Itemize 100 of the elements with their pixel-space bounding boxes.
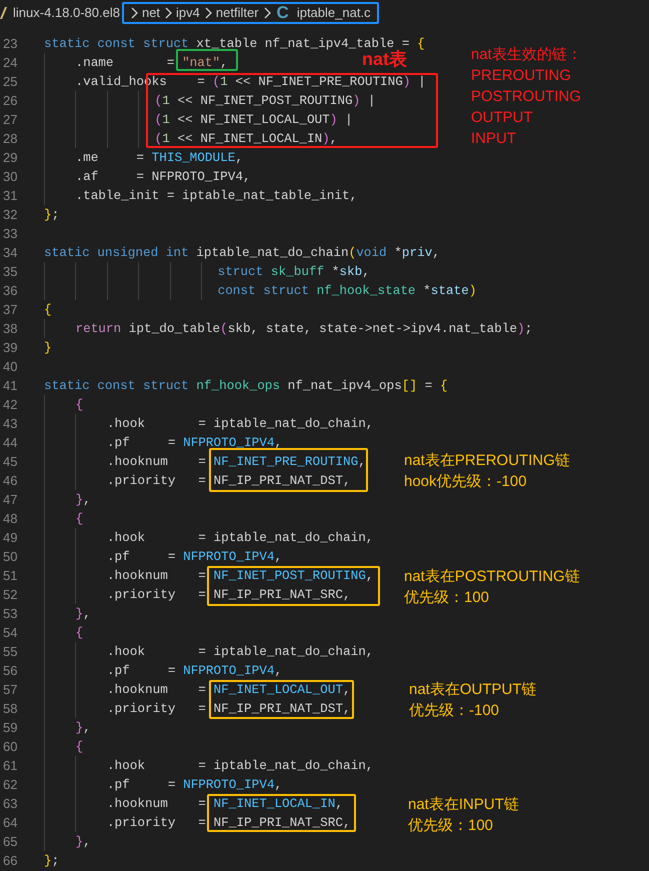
line-number: 50 bbox=[2, 548, 18, 566]
code-line: return ipt_do_table(skb, state, state->net->ipv4.nat_table); bbox=[75, 320, 532, 338]
code-line: } bbox=[44, 338, 52, 357]
annotation-text: nat表 bbox=[362, 49, 407, 70]
annotation-text: 优先级：-100 bbox=[409, 701, 500, 721]
code-line: (1 << NF_INET_LOCAL_IN), bbox=[154, 130, 338, 148]
chevron-icon bbox=[262, 6, 271, 18]
annotation-text: hook优先级：-100 bbox=[404, 472, 528, 492]
line-number: 44 bbox=[2, 434, 18, 452]
code-line: }, bbox=[75, 718, 91, 737]
code-line: .priority = NF_IP_PRI_NAT_DST, bbox=[106, 472, 351, 490]
code-line: { bbox=[75, 738, 84, 756]
line-number: 49 bbox=[2, 528, 18, 547]
annotation-text: nat表在PREROUTING链 bbox=[404, 451, 570, 471]
annotation-text: nat表在INPUT链 bbox=[408, 795, 519, 815]
annotation-text: 优先级：100 bbox=[408, 816, 494, 836]
line-number: 46 bbox=[2, 472, 18, 490]
line-number: 37 bbox=[2, 300, 18, 319]
annotation-text: nat表在POSTROUTING链 bbox=[404, 567, 580, 587]
line-number: 39 bbox=[2, 338, 18, 357]
annotation-text: OUTPUT bbox=[471, 108, 534, 128]
code-line: .priority = NF_IP_PRI_NAT_DST, bbox=[106, 700, 351, 718]
chevron-icon bbox=[164, 6, 172, 18]
code-line: .me = THIS_MODULE, bbox=[75, 148, 243, 167]
annotation-text: 优先级：100 bbox=[404, 588, 490, 608]
line-number: 23 bbox=[2, 34, 18, 53]
line-number: 41 bbox=[2, 376, 18, 395]
line-number: 43 bbox=[2, 414, 18, 433]
line-number: 65 bbox=[2, 832, 18, 851]
line-number: 64 bbox=[2, 814, 18, 832]
annotation-text: INPUT bbox=[471, 129, 517, 149]
code-line: }, bbox=[75, 490, 91, 509]
breadcrumb-item[interactable]: net bbox=[142, 2, 160, 22]
line-number: 56 bbox=[2, 662, 18, 680]
line-number: 61 bbox=[2, 756, 18, 775]
code-line: .priority = NF_IP_PRI_NAT_SRC, bbox=[106, 586, 351, 604]
line-number: 48 bbox=[2, 510, 18, 528]
breadcrumb-item[interactable]: linux-4.18.0-80.el8 bbox=[13, 2, 120, 22]
code-line: .hooknum = NF_INET_POST_ROUTING, bbox=[106, 566, 374, 585]
breadcrumb-item[interactable]: iptable_nat.c bbox=[296, 2, 371, 22]
annotation-text: PREROUTING bbox=[471, 66, 572, 86]
chevron-icon bbox=[130, 6, 138, 18]
line-number: 36 bbox=[2, 282, 18, 300]
code-line: { bbox=[44, 300, 52, 319]
line-number: 25 bbox=[2, 72, 18, 91]
line-number: 63 bbox=[2, 794, 18, 813]
line-number: 52 bbox=[2, 586, 18, 604]
line-number: 57 bbox=[2, 680, 18, 699]
code-line: { bbox=[75, 624, 84, 642]
line-number: 60 bbox=[2, 738, 18, 756]
code-line: }; bbox=[44, 206, 60, 224]
annotation-text: nat表生效的链： bbox=[471, 45, 582, 65]
code-line: .af = NFPROTO_IPV4, bbox=[75, 168, 251, 186]
line-number: 30 bbox=[2, 168, 18, 186]
code-line: { bbox=[75, 510, 84, 528]
code-line: (1 << NF_INET_LOCAL_OUT) | bbox=[154, 110, 353, 129]
code-line: .hooknum = NF_INET_LOCAL_OUT, bbox=[106, 680, 351, 699]
breadcrumb-item[interactable]: netfilter bbox=[216, 2, 259, 22]
code-line: .hook = iptable_nat_do_chain, bbox=[106, 642, 374, 661]
line-number: 32 bbox=[2, 206, 18, 224]
line-number: 29 bbox=[2, 148, 18, 167]
code-line: .hooknum = NF_INET_PRE_ROUTING, bbox=[106, 452, 366, 471]
line-number: 58 bbox=[2, 700, 18, 718]
line-number: 54 bbox=[2, 624, 18, 642]
code-line: struct sk_buff *skb, bbox=[218, 262, 370, 281]
code-line: .pf = NFPROTO_IPV4, bbox=[106, 662, 282, 680]
breadcrumb-item[interactable]: ipv4 bbox=[176, 2, 200, 22]
line-number: 53 bbox=[2, 604, 18, 623]
line-number: 33 bbox=[2, 224, 18, 243]
line-number: 47 bbox=[2, 490, 18, 509]
line-number: 51 bbox=[2, 566, 18, 585]
line-number: 28 bbox=[2, 130, 18, 148]
code-line: .hooknum = NF_INET_LOCAL_IN, bbox=[106, 794, 343, 813]
line-number: 55 bbox=[2, 642, 18, 661]
code-line: .hook = iptable_nat_do_chain, bbox=[106, 414, 374, 433]
line-number: 62 bbox=[2, 776, 18, 794]
code-line: { bbox=[75, 396, 84, 414]
code-line: static const struct xt_table nf_nat_ipv4_table = { bbox=[44, 34, 425, 51]
code-line: .hook = iptable_nat_do_chain, bbox=[106, 756, 374, 775]
code-line: }, bbox=[75, 832, 91, 851]
line-number: 34 bbox=[2, 244, 18, 262]
line-number: 66 bbox=[2, 852, 18, 870]
line-number: 35 bbox=[2, 262, 18, 281]
code-line: .pf = NFPROTO_IPV4, bbox=[106, 776, 282, 794]
code-line: }; bbox=[44, 852, 60, 870]
code-line: .pf = NFPROTO_IPV4, bbox=[106, 434, 282, 452]
line-number: 27 bbox=[2, 110, 18, 129]
line-number: 59 bbox=[2, 718, 18, 737]
line-number: 38 bbox=[2, 320, 18, 338]
code-line: .name = "nat", bbox=[75, 54, 228, 72]
c-file-icon: C bbox=[276, 0, 289, 26]
code-line: .priority = NF_IP_PRI_NAT_SRC, bbox=[106, 814, 351, 832]
code-line: .hook = iptable_nat_do_chain, bbox=[106, 528, 374, 547]
code-line: const struct nf_hook_state *state) bbox=[218, 282, 476, 300]
code-line: .pf = NFPROTO_IPV4, bbox=[106, 548, 282, 566]
line-number: 42 bbox=[2, 396, 18, 414]
code-line: }, bbox=[75, 604, 91, 623]
line-number: 24 bbox=[2, 54, 18, 72]
annotation-text: POSTROUTING bbox=[471, 87, 582, 107]
code-line: static const struct nf_hook_ops nf_nat_ipv4_ops[] = { bbox=[44, 376, 448, 395]
